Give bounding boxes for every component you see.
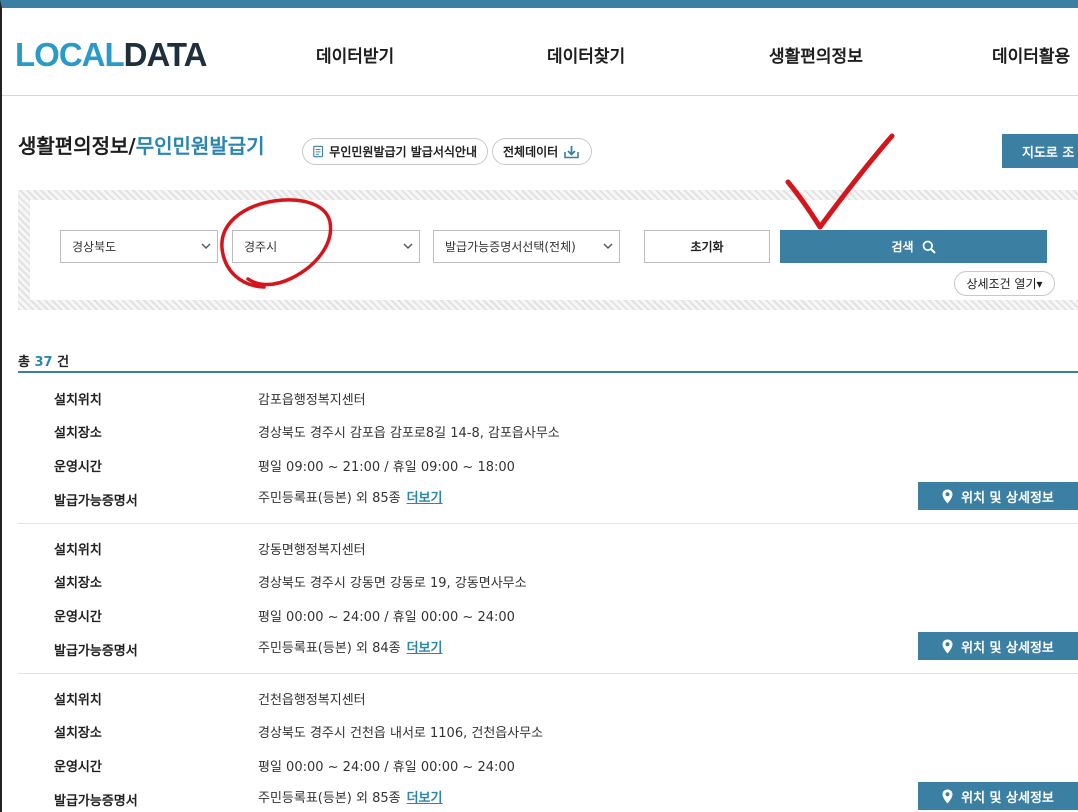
chevron-down-icon: [403, 243, 413, 249]
certs-text: 주민등록표(등본) 외 84종: [258, 641, 401, 656]
location-detail-label: 위치 및 상세정보: [961, 490, 1054, 506]
search-icon: [922, 240, 936, 254]
location-detail-button[interactable]: 위치 및 상세정보: [918, 632, 1078, 660]
guide-button[interactable]: 무인민원발급기 발급서식안내: [302, 138, 488, 165]
place-label: 설치장소: [54, 576, 102, 591]
total-suffix: 건: [57, 355, 70, 370]
hours-value: 평일 00:00 ~ 24:00 / 휴일 00:00 ~ 24:00: [258, 610, 515, 625]
full-data-label: 전체데이터: [503, 145, 559, 159]
location-label: 설치위치: [54, 393, 102, 408]
map-pin-icon: [942, 639, 953, 653]
site-header: LOCALDATA 데이터받기 데이터찾기 생활편의정보 데이터활용: [2, 8, 1078, 96]
download-icon: [564, 145, 580, 158]
hours-label: 운영시간: [54, 460, 102, 475]
certs-value: 주민등록표(등본) 외 85종 더보기: [258, 487, 442, 506]
total-count: 37: [34, 355, 53, 370]
location-value: 감포읍행정복지센터: [258, 393, 366, 408]
search-button[interactable]: 검색: [780, 230, 1047, 263]
result-divider: [18, 371, 1078, 373]
place-value: 경상북도 경주시 감포읍 감포로8길 14-8, 감포읍사무소: [258, 426, 560, 441]
nav-data-download[interactable]: 데이터받기: [316, 42, 394, 67]
province-select[interactable]: 경상북도: [60, 230, 218, 263]
certificate-value: 발급가능증명서선택(전체): [445, 240, 576, 254]
browser-frame: LOCALDATA 데이터받기 데이터찾기 생활편의정보 데이터활용 생활편의정…: [0, 0, 1078, 812]
document-icon: [313, 145, 324, 158]
search-panel-inner: 경상북도 경주시 발급가능증명서선택(전체) 초기화 검색 상세조건 열기▾: [30, 200, 1078, 300]
place-value: 경상북도 경주시 건천읍 내서로 1106, 건천읍사무소: [258, 726, 544, 741]
reset-button[interactable]: 초기화: [644, 230, 770, 263]
more-link[interactable]: 더보기: [407, 641, 443, 656]
map-pin-icon: [942, 489, 953, 503]
page-title-main: 생활편의정보/: [18, 134, 136, 158]
page-title: 생활편의정보/무인민원발급기: [18, 130, 265, 159]
certs-value: 주민등록표(등본) 외 85종 더보기: [258, 787, 442, 806]
certs-label: 발급가능증명서: [54, 644, 138, 659]
certs-label: 발급가능증명서: [54, 794, 138, 809]
hours-label: 운영시간: [54, 610, 102, 625]
location-detail-button[interactable]: 위치 및 상세정보: [918, 482, 1078, 510]
result-item: 설치위치 강동면행정복지센터 설치장소 경상북도 경주시 강동면 강동로 19,…: [18, 524, 1078, 674]
city-value: 경주시: [244, 240, 278, 254]
hours-value: 평일 00:00 ~ 24:00 / 휴일 00:00 ~ 24:00: [258, 760, 515, 775]
logo-local: LOCAL: [15, 36, 125, 73]
hours-value: 평일 09:00 ~ 21:00 / 휴일 09:00 ~ 18:00: [258, 460, 515, 475]
certs-text: 주민등록표(등본) 외 85종: [258, 791, 401, 806]
place-value: 경상북도 경주시 강동면 강동로 19, 강동면사무소: [258, 576, 527, 591]
guide-button-label: 무인민원발급기 발급서식안내: [329, 145, 477, 159]
full-data-button[interactable]: 전체데이터: [492, 138, 592, 165]
nav-life-info[interactable]: 생활편의정보: [769, 42, 863, 67]
site-logo[interactable]: LOCALDATA: [15, 36, 208, 74]
location-label: 설치위치: [54, 543, 102, 558]
result-item: 설치위치 감포읍행정복지센터 설치장소 경상북도 경주시 감포읍 감포로8길 1…: [18, 374, 1078, 524]
result-count: 총 37 건: [18, 351, 69, 370]
chevron-down-icon: [603, 243, 613, 249]
map-view-button[interactable]: 지도로 조: [1002, 134, 1078, 168]
detail-toggle-button[interactable]: 상세조건 열기▾: [954, 271, 1055, 296]
city-select[interactable]: 경주시: [232, 230, 420, 263]
chevron-down-icon: [201, 243, 211, 249]
province-value: 경상북도: [72, 240, 117, 254]
certs-value: 주민등록표(등본) 외 84종 더보기: [258, 637, 442, 656]
certificate-select[interactable]: 발급가능증명서선택(전체): [433, 230, 620, 263]
nav-data-usage[interactable]: 데이터활용: [992, 42, 1070, 67]
location-detail-button[interactable]: 위치 및 상세정보: [918, 782, 1078, 810]
search-button-label: 검색: [891, 240, 914, 254]
more-link[interactable]: 더보기: [407, 491, 443, 506]
search-panel: 경상북도 경주시 발급가능증명서선택(전체) 초기화 검색 상세조건 열기▾: [18, 190, 1078, 310]
location-value: 건천읍행정복지센터: [258, 693, 366, 708]
location-label: 설치위치: [54, 693, 102, 708]
map-pin-icon: [942, 789, 953, 803]
logo-data: DATA: [123, 36, 208, 73]
certs-label: 발급가능증명서: [54, 494, 138, 509]
location-value: 강동면행정복지센터: [258, 543, 366, 558]
total-prefix: 총: [18, 355, 30, 370]
place-label: 설치장소: [54, 726, 102, 741]
hours-label: 운영시간: [54, 760, 102, 775]
more-link[interactable]: 더보기: [407, 791, 443, 806]
location-detail-label: 위치 및 상세정보: [961, 790, 1054, 806]
nav-data-search[interactable]: 데이터찾기: [547, 42, 625, 67]
certs-text: 주민등록표(등본) 외 85종: [258, 491, 401, 506]
location-detail-label: 위치 및 상세정보: [961, 640, 1054, 656]
place-label: 설치장소: [54, 426, 102, 441]
result-item: 설치위치 건천읍행정복지센터 설치장소 경상북도 경주시 건천읍 내서로 110…: [18, 674, 1078, 812]
page-title-sub: 무인민원발급기: [135, 134, 265, 158]
